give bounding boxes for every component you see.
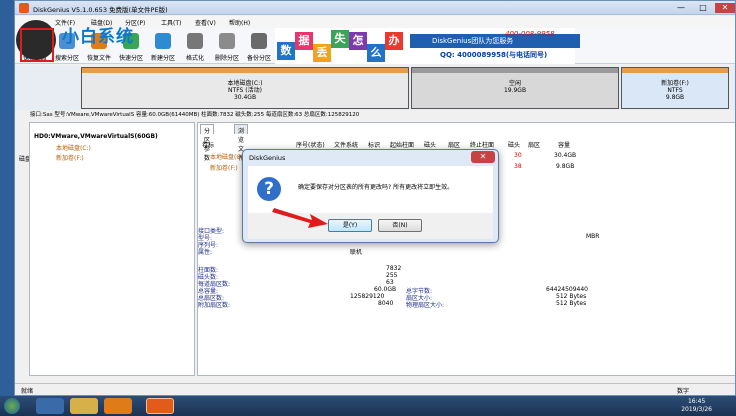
menu-view[interactable]: 查看(V)	[195, 18, 216, 27]
format-button[interactable]: 格式化	[180, 31, 210, 63]
maximize-button[interactable]: □	[693, 3, 713, 13]
new-partition-button[interactable]: 新建分区	[148, 31, 178, 63]
watermark-text: 小白系统	[62, 27, 134, 47]
taskbar-app-icon[interactable]	[104, 398, 132, 414]
close-button[interactable]: ✕	[715, 3, 735, 13]
tree-item-f[interactable]: 新加卷(F:)	[56, 153, 84, 162]
banner-qq: QQ: 4000089958(与电话同号)	[440, 51, 548, 59]
menu-help[interactable]: 帮助(H)	[229, 18, 250, 27]
menu-tools[interactable]: 工具(T)	[161, 18, 181, 27]
taskbar-explorer-icon[interactable]	[70, 398, 98, 414]
highlight-box	[20, 28, 54, 62]
format-icon	[187, 33, 203, 49]
tree-item-c[interactable]: 本地磁盘(C:)	[56, 143, 91, 152]
yes-button[interactable]: 是(Y)	[328, 219, 372, 232]
taskbar: 16:45 2019/3/26	[0, 396, 736, 416]
dialog-message: 确定要保存对分区表的所有更改吗? 所有更改将立即生效。	[298, 184, 454, 191]
tab-browse-files[interactable]: 浏览文件	[234, 124, 249, 162]
tree-disk-node[interactable]: HD0:VMware,VMwareVirtualS(60GB)	[34, 133, 158, 140]
no-button[interactable]: 否(N)	[378, 219, 422, 232]
delete-partition-button[interactable]: 删除分区	[212, 31, 242, 63]
question-icon: ?	[257, 177, 281, 201]
status-text: 就绪	[21, 388, 34, 395]
backup-icon	[251, 33, 267, 49]
disk-info-line: 接口:Sas 型号:VMware,VMwareVirtualS 容量:60.0G…	[30, 112, 360, 118]
clock[interactable]: 16:45 2019/3/26	[681, 398, 712, 414]
taskbar-diskgenius-icon[interactable]	[146, 398, 174, 414]
dialog-close-button[interactable]: ✕	[471, 151, 495, 163]
dialog-title: DiskGenius	[249, 154, 286, 162]
tab-partition-params[interactable]: 分区参数	[200, 124, 215, 162]
red-arrow-icon	[272, 208, 328, 228]
new-partition-icon	[155, 33, 171, 49]
free-space-block[interactable]: 空闲 19.9GB	[411, 67, 619, 109]
desktop-strip	[0, 0, 14, 396]
status-bar: 就绪 数字	[15, 383, 735, 395]
minimize-button[interactable]: —	[671, 3, 691, 13]
backup-partition-button[interactable]: 备份分区	[244, 31, 274, 63]
delete-icon	[219, 33, 235, 49]
start-button[interactable]	[4, 398, 20, 414]
disk-tree-panel: HD0:VMware,VMwareVirtualS(60GB) 本地磁盘(C:)…	[29, 122, 195, 376]
taskbar-ie-icon[interactable]	[36, 398, 64, 414]
title-bar: DiskGenius V5.1.0.653 免费版(单文件PE版) — □ ✕	[15, 1, 735, 15]
status-numlock: 数字	[677, 388, 690, 395]
app-icon	[19, 3, 29, 13]
banner-phone: 400-008-9958	[505, 30, 555, 38]
window-title: DiskGenius V5.1.0.653 免费版(单文件PE版)	[33, 6, 168, 14]
partition-c-block[interactable]: 本地磁盘(C:) NTFS (活动) 30.4GB	[81, 67, 409, 109]
partition-f-block[interactable]: 新加卷(F:) NTFS 9.8GB	[621, 67, 729, 109]
